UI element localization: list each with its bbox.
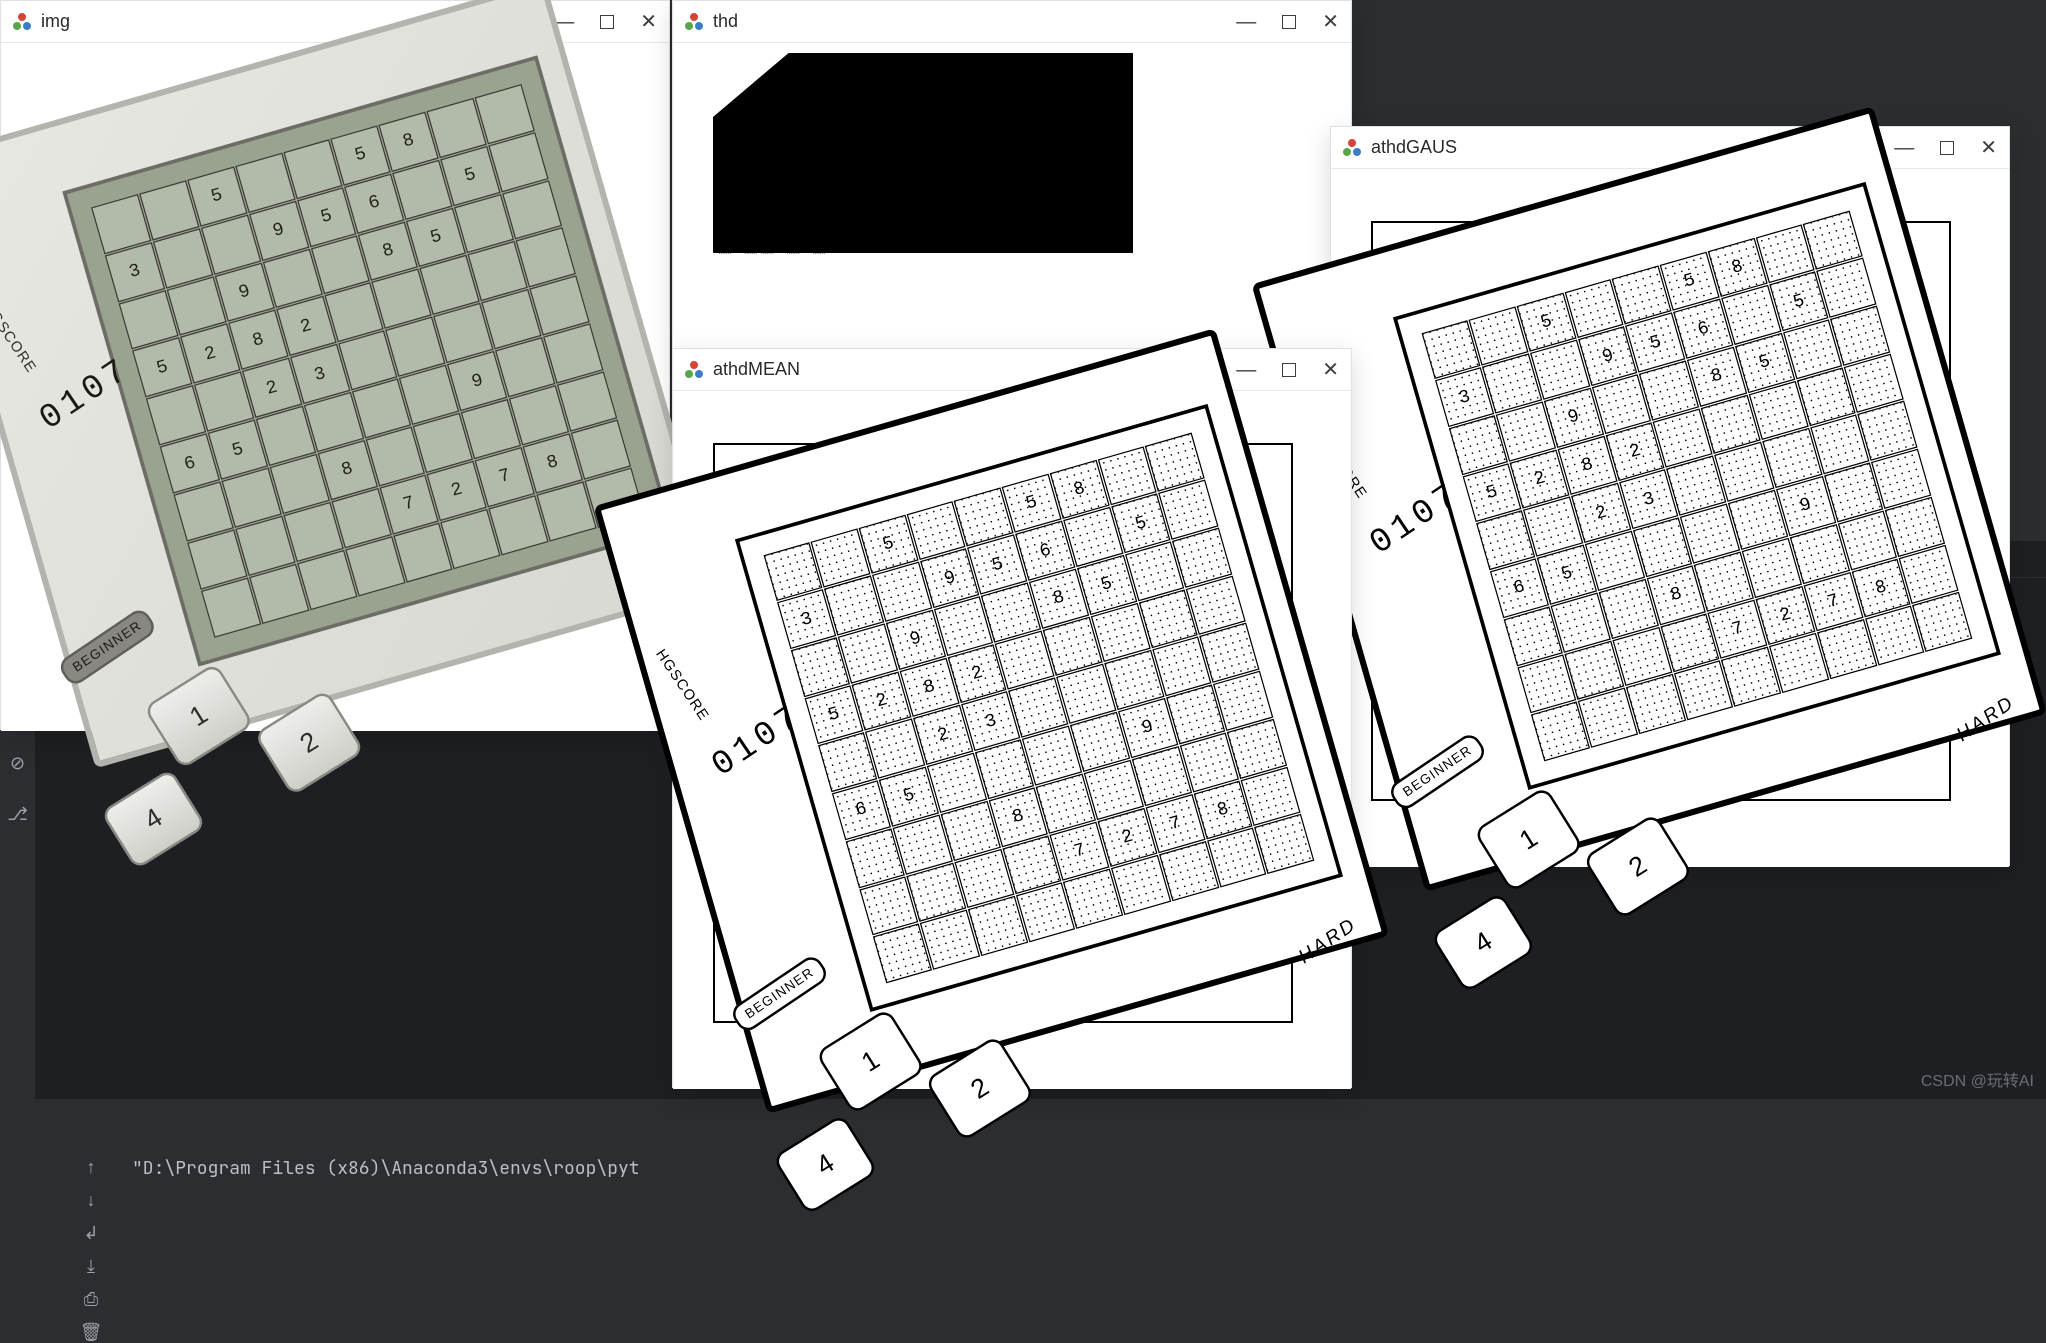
trash-icon[interactable]: 🗑 [80,1322,103,1343]
opencv-logo-icon [13,13,31,31]
scroll-to-end-icon[interactable]: ⤓ [87,1256,95,1277]
run-side-toolbar: ↑ ↓ ↲ ⤓ ⎙ 🗑 [76,1157,106,1343]
window-athdgaus: athdGAUS — ✕ 5583956598552822365987278 H… [1330,126,2010,866]
maximize-button[interactable] [1282,363,1296,377]
watermark: CSDN @玩转AI [1921,1067,2034,1091]
window-title: athdGAUS [1371,137,1457,158]
print-icon[interactable]: ⎙ [84,1289,98,1310]
close-button[interactable]: ✕ [1322,12,1339,32]
image-canvas-athdgaus: 5583956598552822365987278 HGSCORE 0107 H… [1371,221,1951,801]
window-athdmean: athdMEAN — ✕ 5583956598552822365987278 H… [672,348,1352,1088]
image-canvas-athdmean: 5583956598552822365987278 HGSCORE 0107 H… [713,443,1293,1023]
maximize-button[interactable] [1282,15,1296,29]
maximize-button[interactable] [1940,141,1954,155]
sudoku-device: 5583956598552822365987278 HGSCORE 0107 H… [559,293,1428,1162]
opencv-logo-icon [685,361,703,379]
titlebar-thd[interactable]: thd — ✕ [673,1,1351,43]
soft-wrap-icon[interactable]: ↲ [83,1223,98,1244]
up-arrow-icon[interactable]: ↑ [87,1157,96,1178]
console-output: "D:\Program Files (x86)\Anaconda3\envs\r… [132,1157,640,1180]
window-title: img [41,11,70,32]
close-button[interactable]: ✕ [640,12,657,32]
window-title: thd [713,11,738,32]
sudoku-grid: 5583956598552822365987278 [1421,210,1972,761]
sudoku-grid: 5583956598552822365987278 [91,84,644,637]
close-button[interactable]: ✕ [1322,360,1339,380]
opencv-logo-icon [1343,139,1361,157]
down-arrow-icon[interactable]: ↓ [87,1190,96,1211]
minimize-button[interactable]: — [1236,12,1256,32]
image-canvas-img: 5583956598552822365987278 HGSCORE 0107 H… [43,97,621,675]
maximize-button[interactable] [600,15,614,29]
warning-icon[interactable]: ⊘ [10,753,25,774]
window-title: athdMEAN [713,359,800,380]
opencv-logo-icon [685,13,703,31]
close-button[interactable]: ✕ [1980,138,1997,158]
git-icon[interactable]: ⎇ [7,804,28,825]
keypad-4: 4 [772,1114,879,1216]
sudoku-grid: 5583956598552822365987278 [763,432,1314,983]
window-img: img — ✕ 5583956598552822365987278 HGSCOR… [0,0,670,730]
